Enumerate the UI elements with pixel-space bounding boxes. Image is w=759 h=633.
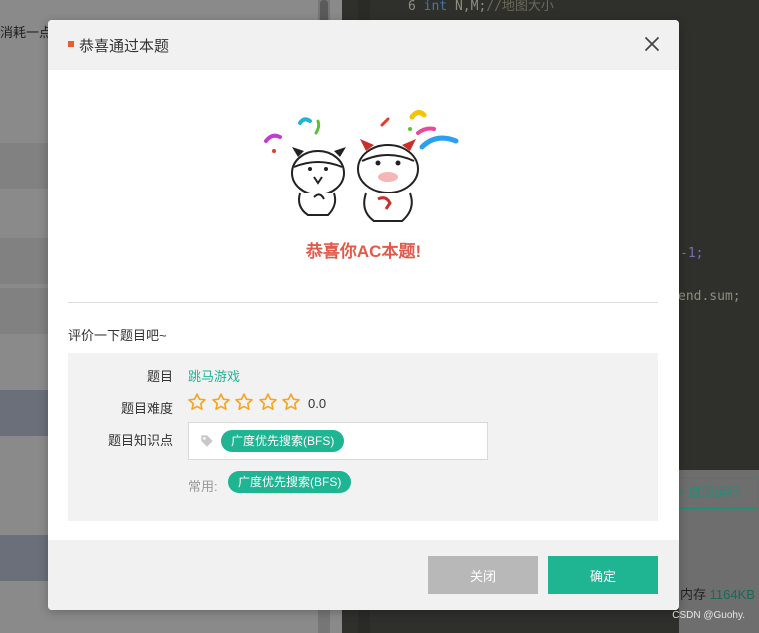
- code-keyword: int: [423, 0, 448, 14]
- problem-label: 题目: [146, 369, 173, 384]
- cartoon-celebration-image: [264, 109, 459, 222]
- selected-tag-chip[interactable]: 广度优先搜索(BFS): [221, 430, 345, 452]
- success-message: 恭喜你AC本题!: [305, 242, 422, 261]
- code-fragment-text: -1;: [680, 246, 704, 261]
- title-marker: [68, 41, 74, 47]
- common-tag-chip[interactable]: 广度优先搜索(BFS): [228, 471, 352, 493]
- self-run-button[interactable]: > 自测运行: [668, 477, 758, 509]
- knowledge-label: 题目知识点: [107, 433, 173, 448]
- knowledge-tag-input[interactable]: 广度优先搜索(BFS): [188, 422, 488, 460]
- star-icon[interactable]: [211, 392, 231, 412]
- background-text: 消耗一点: [0, 25, 53, 40]
- divider: [68, 302, 658, 303]
- dialog-title: 恭喜通过本题: [79, 38, 170, 55]
- close-icon[interactable]: [644, 36, 660, 52]
- star-icon[interactable]: [281, 392, 301, 412]
- star-icon[interactable]: [234, 392, 254, 412]
- code-line: 6 int N,M;//地图大小: [408, 0, 554, 14]
- difficulty-label: 题目难度: [120, 401, 173, 416]
- memory-value: 1164KB: [709, 587, 755, 602]
- watermark: CSDN @Guohy.: [672, 610, 745, 621]
- dialog-header: 恭喜通过本题: [48, 20, 679, 70]
- memory-stat: 内存 1164KB: [680, 584, 755, 603]
- code-fragment: end.sum;: [678, 289, 741, 304]
- dialog-footer: 关闭 确定: [48, 540, 679, 610]
- star-icon[interactable]: [187, 392, 207, 412]
- line-number: 6: [408, 0, 416, 14]
- problem-name-link[interactable]: 跳马游戏: [188, 366, 240, 385]
- rate-prompt: 评价一下题目吧~: [68, 328, 167, 343]
- code-comment: //地图大小: [486, 0, 554, 14]
- code-fragment: -1;: [680, 246, 703, 261]
- close-button[interactable]: 关闭: [428, 556, 538, 594]
- common-tags-label: 常用:: [188, 479, 218, 494]
- ac-success-dialog: 恭喜通过本题 恭喜你AC本题! 评价一下题目吧~ 题目 跳马游戏 题目难度 0.…: [48, 20, 679, 610]
- tag-icon: [201, 435, 213, 447]
- code-text: N,M;: [447, 0, 487, 14]
- code-fragment-text: end.sum;: [678, 289, 741, 304]
- rating-form: 题目 跳马游戏 题目难度 0.0 题目知识点 广度优先搜索(BFS) 常用: 广…: [68, 353, 658, 521]
- confirm-button[interactable]: 确定: [548, 556, 658, 594]
- memory-label: 内存: [680, 587, 707, 602]
- difficulty-stars: [187, 392, 305, 412]
- difficulty-value: 0.0: [308, 396, 327, 411]
- star-icon[interactable]: [258, 392, 278, 412]
